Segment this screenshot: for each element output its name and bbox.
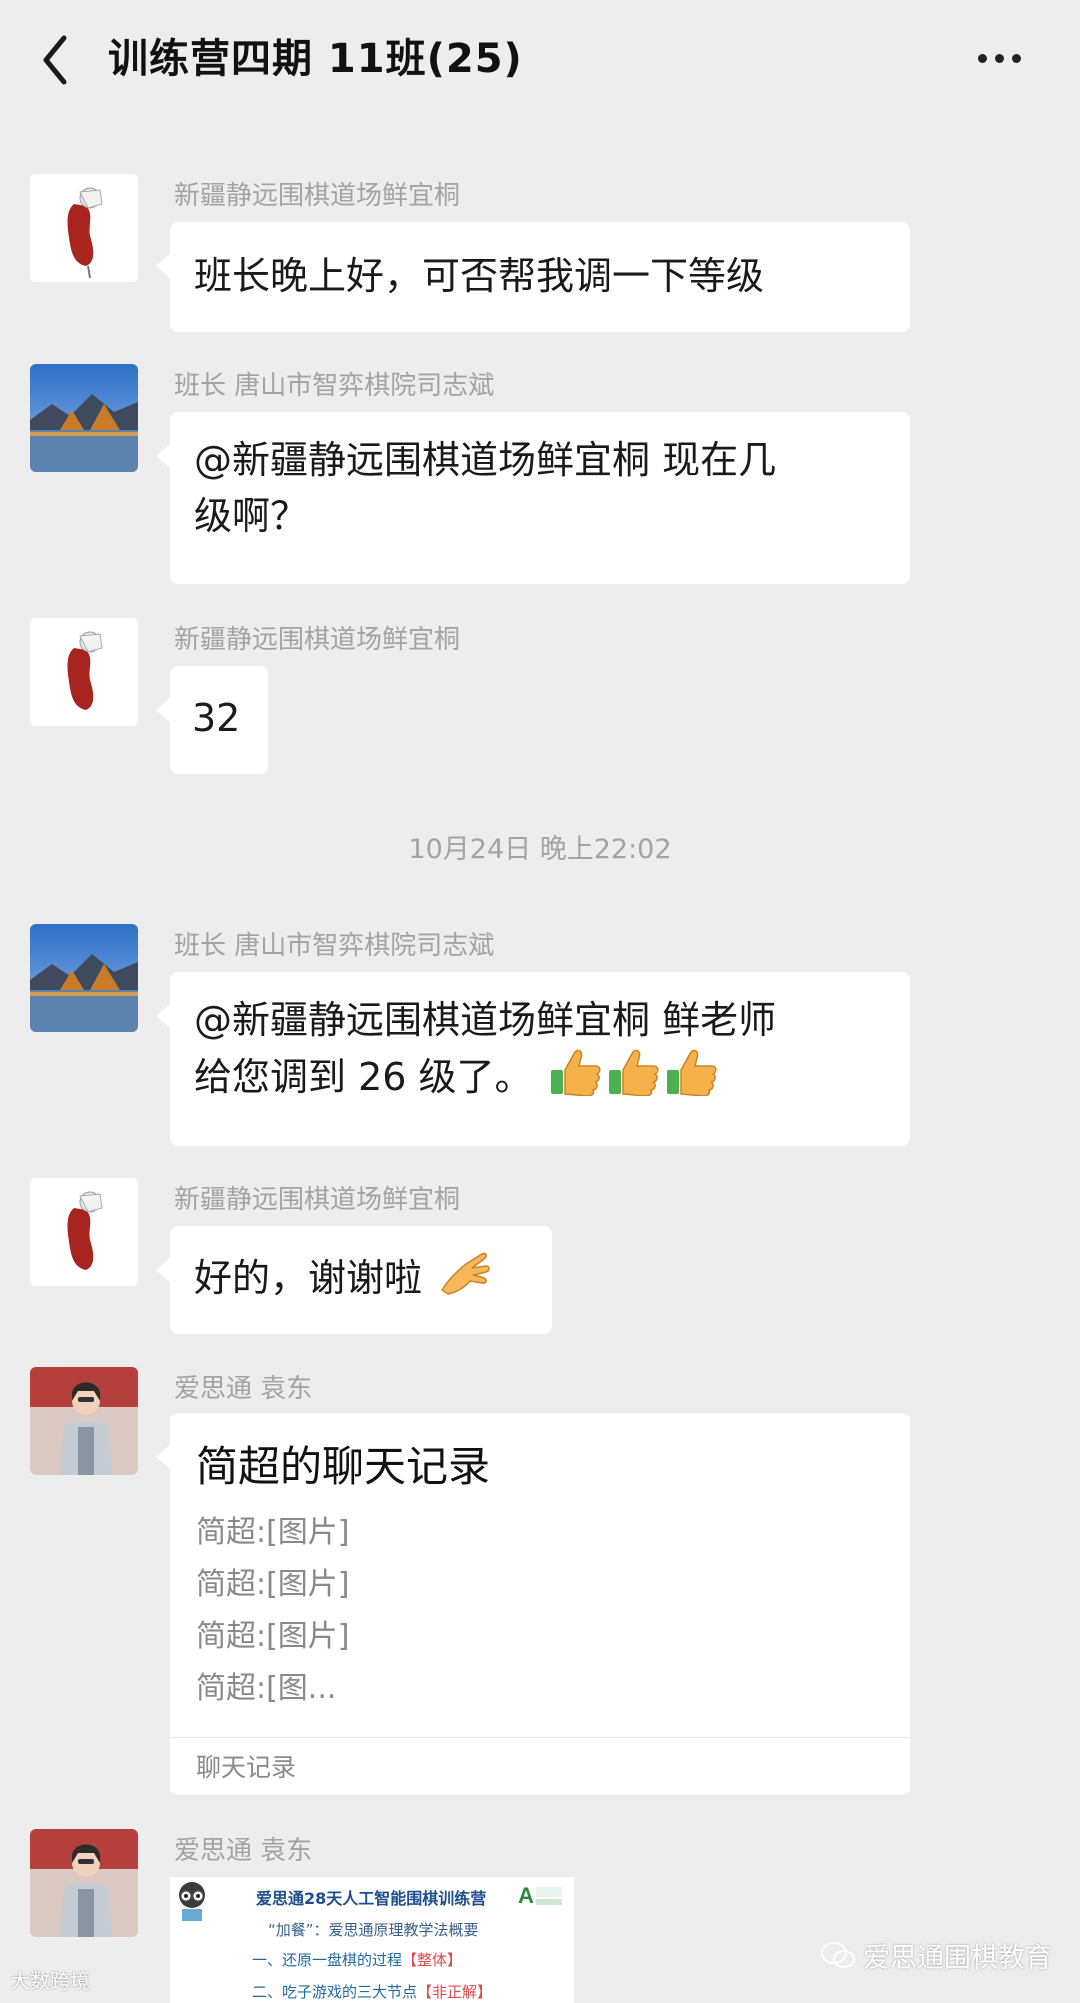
chat-header: 训练营四期 11班(25) [0,0,1080,118]
sender-name: 新疆静远围棋道场鲜宜桐 [174,625,461,655]
thumbs-up-emoji [549,1048,603,1111]
chat-title: 训练营四期 11班(25) [108,36,523,82]
sender-name: 新疆静远围棋道场鲜宜桐 [174,181,461,211]
avatar-xian[interactable] [30,618,138,726]
chat-record-title: 简超的聊天记录 [196,1442,491,1491]
sender-name: 爱思通 袁东 [174,1836,313,1866]
image-message[interactable]: 爱思通28天人工智能围棋训练营 A “加餐”：爱思通原理教学法概要 一、还原一盘… [170,1877,574,2003]
astone-logo-icon: A [518,1881,564,1911]
avatar-yuandong[interactable] [30,1829,138,1937]
mascot-icon [172,1879,212,1921]
sender-name: 班长 唐山市智弈棋院司志斌 [174,371,495,401]
message-bubble[interactable]: 班长晚上好，可否帮我调一下等级 [156,222,910,332]
watermark-text: 爱思通围棋教育 [863,1943,1052,1974]
svg-text:A: A [518,1883,534,1908]
avatar-monitor[interactable] [30,364,138,472]
thumbs-up-emoji [665,1048,719,1111]
message-bubble[interactable]: 32 [156,666,268,774]
wechat-icon [821,1942,855,1977]
sender-name: 爱思通 袁东 [174,1374,313,1404]
message-text: @新疆静远围棋道场鲜宜桐 鲜老师 [194,998,777,1042]
chat-record-card[interactable]: 简超的聊天记录 简超:[图片] 简超:[图片] 简超:[图片] 简超:[图...… [156,1413,910,1795]
image-item: 二、吃子游戏的三大节点【非正解】 [252,1983,493,2001]
chat-record-line: 简超:[图片] [196,1619,350,1654]
message-bubble[interactable]: 好的，谢谢啦 [156,1226,552,1334]
sender-name: 班长 唐山市智弈棋院司志斌 [174,931,495,961]
thumbs-up-emoji [607,1048,661,1111]
message-text: @新疆静远围棋道场鲜宜桐 现在几 [194,438,777,482]
avatar-yuandong[interactable] [30,1367,138,1475]
avatar-monitor[interactable] [30,924,138,1032]
hand-emoji [438,1250,490,1311]
message-bubble[interactable]: @新疆静远围棋道场鲜宜桐 现在几 级啊？ [156,412,910,584]
image-title: 爱思通28天人工智能围棋训练营 [256,1889,487,1908]
watermark-left: 大数跨境 [10,1969,90,1993]
watermark: 爱思通围棋教育 [821,1936,1052,1977]
timestamp: 10月24日 晚上22:02 [408,834,672,865]
message-text: 班长晚上好，可否帮我调一下等级 [194,254,765,298]
message-text: 好的，谢谢啦 [194,1256,423,1300]
image-subtitle: “加餐”：爱思通原理教学法概要 [268,1921,479,1939]
chat-record-footer: 聊天记录 [196,1753,297,1782]
chat-record-line: 简超:[图片] [196,1567,350,1602]
chat-record-line: 简超:[图片] [196,1515,350,1550]
divider [170,1737,910,1738]
chat-record-line: 简超:[图... [196,1671,337,1706]
sender-name: 新疆静远围棋道场鲜宜桐 [174,1185,461,1215]
image-item: 一、还原一盘棋的过程【整体】 [252,1951,463,1969]
message-text: 32 [192,696,241,740]
message-text: 级啊？ [194,494,309,538]
message-text: 给您调到 26 级了。 [194,1055,533,1099]
avatar-xian[interactable] [30,1178,138,1286]
message-bubble[interactable]: @新疆静远围棋道场鲜宜桐 鲜老师 给您调到 26 级了。 [156,972,910,1146]
avatar-xian[interactable] [30,174,138,282]
back-arrow-icon[interactable] [34,32,82,88]
more-dots-icon[interactable] [974,40,1034,80]
